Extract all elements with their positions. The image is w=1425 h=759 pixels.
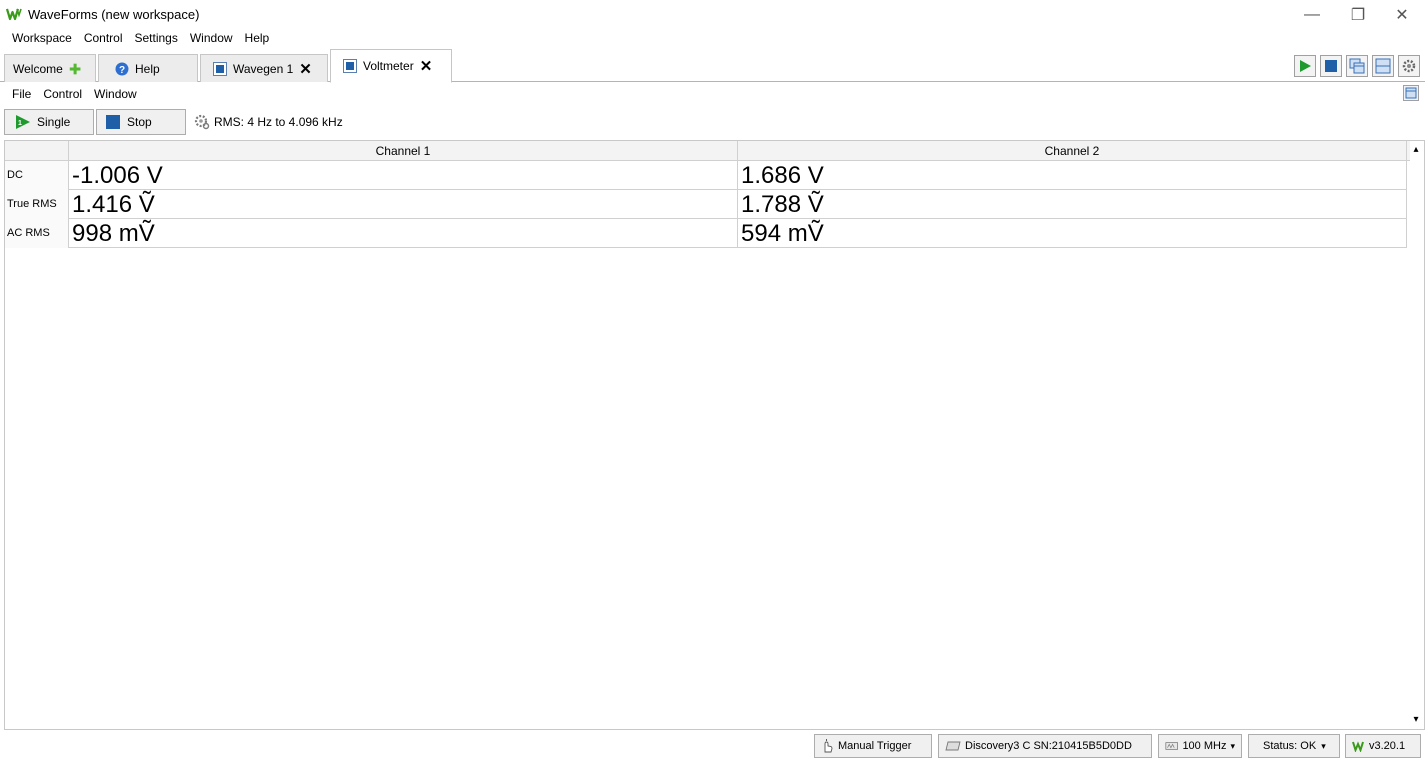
stop-all-button[interactable]: [1320, 55, 1342, 77]
status-label: Status: OK: [1263, 740, 1317, 752]
manual-trigger-label: Manual Trigger: [838, 740, 912, 752]
clock-chip-icon: [1165, 742, 1178, 750]
tab-wavegen-label: Wavegen 1: [233, 61, 294, 76]
main-menu-bar: Workspace Control Settings Window Help: [0, 28, 275, 48]
svg-text:1: 1: [18, 120, 22, 127]
version-button[interactable]: v3.20.1: [1345, 734, 1421, 758]
window-title: WaveForms (new workspace): [28, 7, 200, 22]
single-run-icon: 1: [16, 115, 30, 129]
row-label: AC RMS: [5, 219, 69, 248]
dc-ch1-value: -1.006 V: [69, 161, 738, 190]
help-circle-icon: ?: [115, 62, 129, 76]
tab-help-label: Help: [135, 61, 160, 76]
instrument-toolbar: 1 Single Stop RMS: 4 Hz to 4.096 kHz: [0, 108, 1425, 136]
true-rms-ch1-value: 1.416 Ṽ: [69, 190, 738, 219]
tab-welcome-label: Welcome: [13, 61, 63, 76]
table-row-true-rms: True RMS 1.416 Ṽ 1.788 Ṽ: [5, 190, 1407, 219]
tab-help[interactable]: ? Help: [98, 54, 198, 82]
cascade-windows-button[interactable]: [1346, 55, 1368, 77]
tile-windows-button[interactable]: [1372, 55, 1394, 77]
waveforms-logo-icon: [6, 8, 22, 21]
chevron-down-icon: ▾: [1321, 740, 1326, 751]
clock-selector[interactable]: 100 MHz ▾: [1158, 734, 1242, 758]
close-button[interactable]: ✕: [1379, 0, 1425, 30]
stop-icon: [106, 115, 120, 129]
status-selector[interactable]: Status: OK ▾: [1248, 734, 1340, 758]
cascade-icon: [1349, 58, 1365, 74]
tab-voltmeter-label: Voltmeter: [363, 59, 414, 73]
ac-rms-ch2-value: 594 mṼ: [738, 219, 1407, 248]
tab-bar: Welcome ? Help Wavegen 1 ✕ Voltmeter ✕: [0, 48, 1425, 83]
rms-range-label: RMS: 4 Hz to 4.096 kHz: [214, 115, 343, 129]
header-corner: [5, 141, 69, 161]
title-bar: WaveForms (new workspace) — ❐ ✕: [0, 0, 1425, 30]
stop-button[interactable]: Stop: [96, 109, 186, 135]
menu-window[interactable]: Window: [184, 28, 239, 48]
blue-square-icon: [343, 59, 357, 73]
table-row-ac-rms: AC RMS 998 mṼ 594 mṼ: [5, 219, 1407, 248]
table-header: Channel 1 Channel 2: [5, 141, 1410, 161]
row-label: True RMS: [5, 190, 69, 219]
table-row-dc: DC -1.006 V 1.686 V: [5, 161, 1407, 190]
status-bar: Manual Trigger Discovery3 C SN:210415B5D…: [0, 733, 1425, 759]
rms-config[interactable]: RMS: 4 Hz to 4.096 kHz: [194, 114, 343, 130]
green-plus-icon: [69, 63, 81, 74]
blue-square-icon: [213, 61, 227, 76]
tab-wavegen-1[interactable]: Wavegen 1 ✕: [200, 54, 328, 82]
chevron-down-icon: ▾: [1230, 740, 1235, 751]
close-tab-icon[interactable]: ✕: [299, 60, 312, 78]
window-icon: [1405, 87, 1417, 99]
svg-text:?: ?: [119, 65, 125, 76]
menu-file[interactable]: File: [0, 84, 37, 104]
hand-pointer-icon: [824, 739, 833, 753]
row-label: DC: [5, 161, 69, 190]
undock-button[interactable]: [1403, 85, 1419, 101]
clock-label: 100 MHz: [1182, 740, 1227, 752]
settings-button[interactable]: [1398, 55, 1420, 77]
header-channel-2[interactable]: Channel 2: [738, 141, 1407, 161]
version-label: v3.20.1: [1369, 740, 1406, 752]
instrument-menu-bar: File Control Window: [0, 84, 143, 104]
play-icon: [1300, 60, 1311, 72]
menu-control[interactable]: Control: [78, 28, 129, 48]
minimize-button[interactable]: —: [1289, 0, 1335, 30]
single-label: Single: [37, 115, 71, 129]
menu-workspace[interactable]: Workspace: [0, 28, 78, 48]
restore-button[interactable]: ❐: [1335, 0, 1381, 30]
device-icon: [945, 741, 961, 751]
waveforms-logo-icon: [1352, 741, 1364, 752]
dc-ch2-value: 1.686 V: [738, 161, 1407, 190]
true-rms-ch2-value: 1.788 Ṽ: [738, 190, 1407, 219]
measurement-table: Channel 1 Channel 2 ▴ DC -1.006 V 1.686 …: [4, 140, 1425, 730]
manual-trigger-button[interactable]: Manual Trigger: [814, 734, 932, 758]
tab-welcome[interactable]: Welcome: [4, 54, 96, 82]
single-button[interactable]: 1 Single: [4, 109, 94, 135]
stop-icon: [1325, 60, 1337, 72]
menu-control[interactable]: Control: [37, 84, 88, 104]
device-label: Discovery3 C SN:210415B5D0DD: [965, 740, 1132, 752]
menu-settings[interactable]: Settings: [129, 28, 184, 48]
scroll-up-arrow[interactable]: ▴: [1409, 143, 1423, 157]
ac-rms-ch1-value: 998 mṼ: [69, 219, 738, 248]
stop-label: Stop: [127, 115, 152, 129]
menu-help[interactable]: Help: [239, 28, 276, 48]
menu-window[interactable]: Window: [88, 84, 143, 104]
header-channel-1[interactable]: Channel 1: [69, 141, 738, 161]
tile-icon: [1375, 58, 1391, 74]
tab-voltmeter[interactable]: Voltmeter ✕: [330, 49, 452, 83]
scroll-down-arrow[interactable]: ▾: [1409, 713, 1423, 727]
device-button[interactable]: Discovery3 C SN:210415B5D0DD: [938, 734, 1152, 758]
close-tab-icon[interactable]: ✕: [420, 57, 433, 75]
gear-icon: [1402, 59, 1416, 73]
gear-icon: [194, 114, 210, 130]
run-all-button[interactable]: [1294, 55, 1316, 77]
